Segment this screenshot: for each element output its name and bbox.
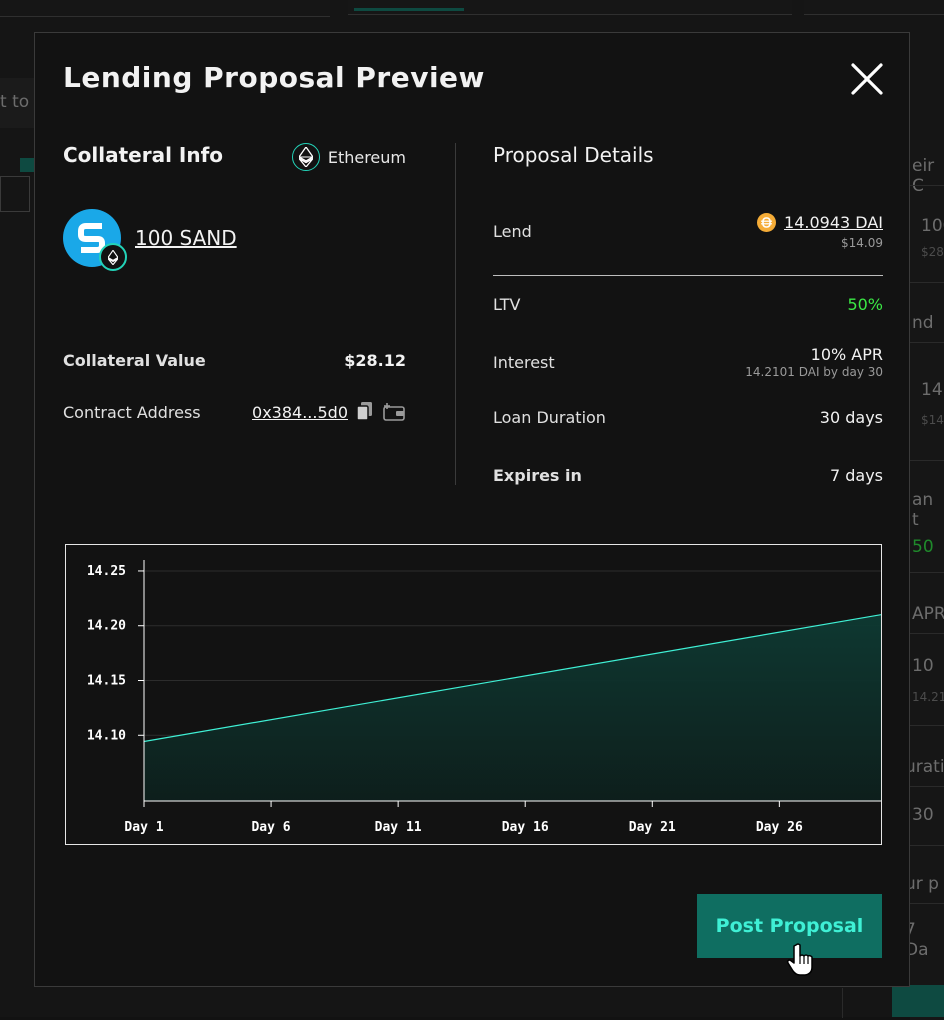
close-icon bbox=[851, 63, 883, 95]
network-name: Ethereum bbox=[327, 147, 406, 167]
chart-x-tick-label: Day 21 bbox=[629, 820, 676, 835]
ethereum-badge-icon bbox=[99, 243, 127, 271]
chart-svg: 14.25 14.20 14.15 14.10 Day 1 Day 6 Day 11 Day … bbox=[87, 560, 882, 835]
contract-address-label: Contract Address bbox=[63, 402, 201, 422]
expires-label: Expires in bbox=[493, 466, 582, 485]
collateral-token: 100 SAND bbox=[63, 209, 237, 271]
chart-x-tick-label: Day 1 bbox=[124, 820, 163, 835]
interest-value: 10% APR bbox=[810, 345, 883, 364]
bg-text-fragment: 30 bbox=[912, 805, 934, 825]
bg-text-fragment: $14 bbox=[921, 413, 944, 427]
close-button[interactable] bbox=[849, 61, 885, 97]
modal-title: Lending Proposal Preview bbox=[63, 61, 485, 94]
ethereum-icon bbox=[291, 143, 320, 171]
chart-x-tick-label: Day 11 bbox=[375, 820, 422, 835]
interest-subtext: 14.2101 DAI by day 30 bbox=[745, 365, 883, 379]
chart-x-tick-label: Day 16 bbox=[502, 820, 549, 835]
column-divider bbox=[455, 143, 456, 485]
ltv-value: 50% bbox=[847, 295, 883, 314]
expires-value: 7 days bbox=[829, 466, 883, 485]
chart-y-tick-label: 14.20 bbox=[87, 619, 126, 634]
lend-label: Lend bbox=[493, 222, 532, 241]
collateral-info-section: Collateral Info Ethereum 100 SAND Collat… bbox=[63, 143, 406, 422]
ltv-label: LTV bbox=[493, 295, 521, 314]
proposal-details-section: Proposal Details Lend 14.0943 DAI $14.09 bbox=[493, 143, 883, 485]
chart-y-tick-label: 14.10 bbox=[87, 728, 126, 743]
chart-x-tick-label: Day 6 bbox=[251, 820, 290, 835]
lend-amount-link[interactable]: 14.0943 DAI bbox=[784, 213, 883, 232]
lend-row: Lend 14.0943 DAI $14.09 bbox=[493, 213, 883, 250]
bg-text-fragment: APR bbox=[912, 604, 944, 624]
wallet-add-icon[interactable] bbox=[382, 402, 406, 422]
details-divider bbox=[493, 275, 883, 276]
dai-icon bbox=[757, 213, 777, 232]
bg-text-fragment: 10 bbox=[912, 656, 934, 676]
ltv-row: LTV 50% bbox=[493, 295, 883, 314]
lend-usd-value: $14.09 bbox=[841, 236, 883, 250]
chart-y-tick-label: 14.15 bbox=[87, 674, 126, 689]
lending-proposal-modal: Lending Proposal Preview Collateral Info… bbox=[34, 32, 910, 987]
sand-logo bbox=[63, 209, 127, 271]
collateral-value-row: Collateral Value $28.12 bbox=[63, 351, 406, 370]
loan-duration-label: Loan Duration bbox=[493, 408, 606, 427]
chart-area-fill bbox=[144, 614, 881, 801]
chart-y-tick-label: 14.25 bbox=[87, 564, 126, 579]
proposal-details-title: Proposal Details bbox=[493, 143, 654, 167]
hand-cursor-icon bbox=[787, 943, 813, 976]
bg-text-fragment: nd bbox=[912, 313, 934, 333]
bg-text-fragment: 7 Da bbox=[905, 920, 929, 960]
contract-address-row: Contract Address 0x384...5d0 bbox=[63, 401, 406, 423]
contract-address-link[interactable]: 0x384...5d0 bbox=[252, 403, 348, 422]
bg-text-fragment: an t bbox=[912, 490, 934, 530]
bg-text-fragment: eir C bbox=[912, 156, 935, 196]
collateral-value: $28.12 bbox=[344, 351, 406, 370]
token-amount-link[interactable]: 100 SAND bbox=[135, 226, 237, 250]
bg-text-fragment: 14. bbox=[921, 380, 944, 400]
copy-icon[interactable] bbox=[356, 401, 374, 423]
interest-label: Interest bbox=[493, 352, 555, 372]
collateral-value-label: Collateral Value bbox=[63, 351, 206, 370]
bg-text-fragment: urati bbox=[905, 757, 944, 777]
expires-row: Expires in 7 days bbox=[493, 466, 883, 485]
bg-text-fragment: $28 bbox=[921, 245, 944, 259]
network-indicator: Ethereum bbox=[291, 143, 406, 171]
interest-row: Interest 10% APR 14.2101 DAI by day 30 bbox=[493, 345, 883, 379]
bg-text-fragment: 50 bbox=[912, 537, 934, 557]
interest-growth-chart: 14.25 14.20 14.15 14.10 Day 1 Day 6 Day 11 Day … bbox=[65, 544, 882, 845]
bg-text-fragment: 14.21 bbox=[912, 690, 944, 704]
bg-text-fragment: ur p bbox=[905, 874, 939, 894]
loan-duration-value: 30 days bbox=[819, 408, 883, 427]
loan-duration-row: Loan Duration 30 days bbox=[493, 408, 883, 427]
bg-text-fragment: t to bbox=[0, 92, 30, 112]
bg-text-fragment: 100 bbox=[921, 216, 944, 236]
chart-x-tick-label: Day 26 bbox=[756, 820, 803, 835]
